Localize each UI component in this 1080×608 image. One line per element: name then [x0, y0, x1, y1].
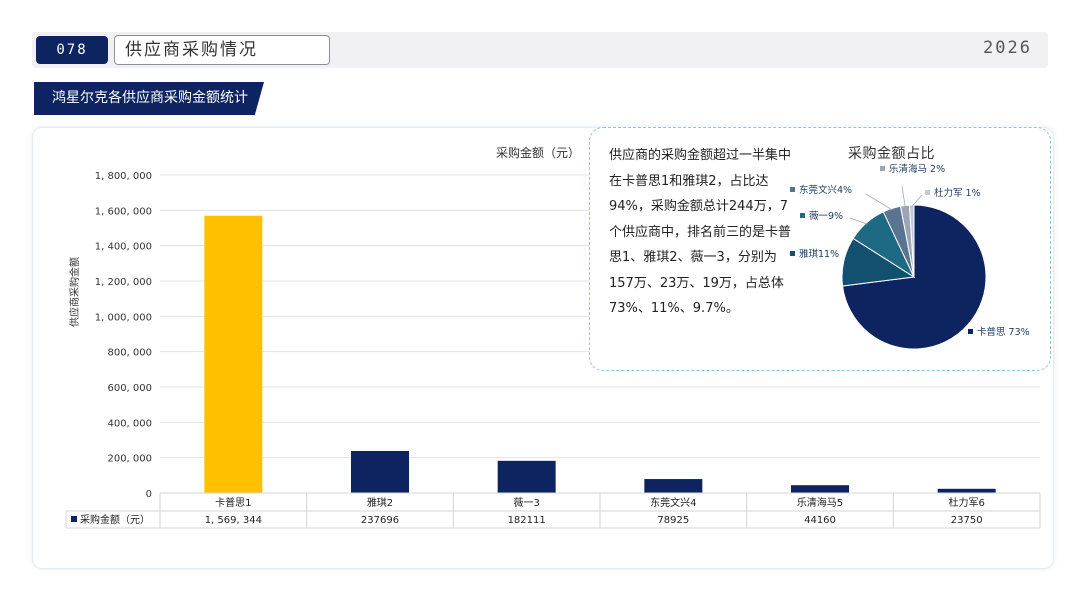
pie-leader-line	[901, 185, 906, 208]
pie-leader-line	[849, 217, 868, 225]
pie-legend-swatch	[800, 213, 805, 218]
pie-leader-line	[865, 193, 893, 211]
pie-legend-swatch	[968, 329, 973, 334]
pie-slice-label: 卡普思 73%	[977, 326, 1030, 338]
pie-legend-swatch	[880, 166, 885, 171]
pie-slice-label: 杜力军 1%	[934, 187, 981, 199]
pie-slice-label: 东莞文兴4%	[799, 184, 852, 196]
pie-slice-label: 雅琪11%	[799, 248, 839, 260]
pie-legend-swatch	[790, 251, 795, 256]
pie-chart: 卡普思 73% 雅琪11% 薇一9% 东莞文兴4% 乐清海马 2% 杜力军 1%	[790, 163, 1030, 350]
pie-slice-label: 薇一9%	[809, 210, 843, 222]
pie-legend-swatch	[925, 190, 930, 195]
pie-slice-label: 乐清海马 2%	[889, 163, 945, 175]
pie-legend-swatch	[790, 187, 795, 192]
